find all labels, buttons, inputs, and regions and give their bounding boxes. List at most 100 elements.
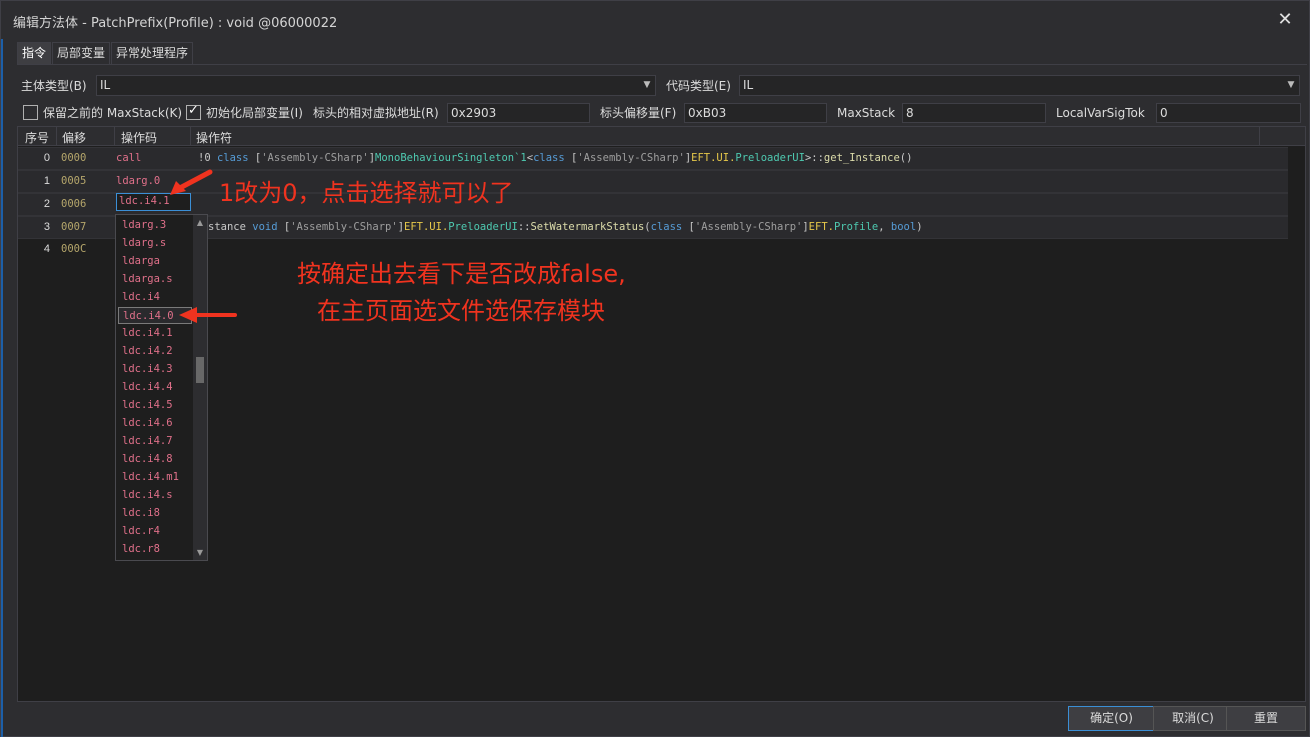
dropdown-option[interactable]: ldc.r8 [118,541,192,558]
localvarsigtok-field[interactable]: 0 [1156,103,1301,123]
table-row[interactable]: 0 0000 call !0 class ['Assembly-CSharp']… [18,147,1288,170]
dropdown-option[interactable]: ldc.i4.2 [118,343,192,360]
body-type-value: IL [100,78,111,92]
operand-assembly: 'Assembly-CSharp' [261,152,369,164]
operand-keyword: class [650,221,683,233]
operand-text: , [878,221,891,233]
operand-method: get_Instance [823,152,900,164]
opcode-dropdown-list[interactable]: ldarg.3 ldarg.s ldarga ldarga.s ldc.i4 ldc.i4… [115,214,208,561]
operand-text: [ [277,221,291,233]
table-row[interactable]: 3 0007 stance void ['Assembly-CSharp']EF… [18,216,1288,239]
operand-namespace: EFT.UI. [691,152,736,164]
tab-instructions[interactable]: 指令 [17,42,52,64]
header-offset-field[interactable]: 0xB03 [684,103,827,123]
operand-keyword: class [533,152,565,164]
init-locals-checkbox[interactable] [186,103,201,120]
dropdown-option[interactable]: ldc.i8 [118,505,192,522]
operand-text: :: [517,221,531,233]
annotation-arrow-icon [170,169,213,195]
window-edge [1,1,3,737]
scroll-thumb[interactable] [196,357,204,383]
header-offset-label: 标头偏移量(F) [600,106,677,120]
row-offset: 0005 [61,175,87,187]
maxstack-field[interactable]: 8 [902,103,1046,123]
rva-field[interactable]: 0x2903 [447,103,590,123]
code-type-label: 代码类型(E) [666,79,731,93]
tab-exception-handlers[interactable]: 异常处理程序 [111,42,194,64]
title-bar: 编辑方法体 - PatchPrefix(Profile) : void @060… [1,1,1309,39]
col-opcode-header[interactable]: 操作码 [121,129,157,146]
maxstack-label: MaxStack [837,106,896,120]
dropdown-option[interactable]: ldc.i4.m1 [118,469,192,486]
annotation-arrow-icon [179,307,237,323]
keep-maxstack-checkbox[interactable] [23,105,38,120]
annotation-note-1: 1改为0，点击选择就可以了 [219,179,514,207]
grid-header: 序号 偏移 操作码 操作符 [18,127,1305,146]
operand-assembly: 'Assembly-CSharp' [577,152,685,164]
dropdown-option[interactable]: ldarg.3 [118,217,192,234]
operand-text: [ [682,221,695,233]
operand-type: Profile [833,221,879,233]
column-divider [1259,127,1260,146]
reset-button[interactable]: 重置 [1226,706,1306,731]
dropdown-scrollbar[interactable]: ▲ ▼ [193,215,207,560]
localvarsigtok-label: LocalVarSigTok [1056,106,1145,120]
scroll-down-icon[interactable]: ▼ [193,548,207,557]
body-type-select[interactable]: IL ▼ [96,75,656,96]
instruction-grid: 序号 偏移 操作码 操作符 0 0000 call !0 class ['Ass… [17,126,1306,702]
operand-keyword: class [216,152,249,164]
annotation-note-2b: 在主页面选文件选保存模块 [317,297,605,325]
chevron-down-icon: ▼ [1287,80,1295,90]
row-opcode: ldarg.0 [116,175,161,187]
operand-namespace: EFT.UI. [404,221,449,233]
row-offset: 0006 [61,198,87,210]
dropdown-option[interactable]: ldarga [118,253,192,270]
dropdown-option[interactable]: ldc.i4.7 [118,433,192,450]
row-index: 4 [43,243,50,255]
body-type-label: 主体类型(B) [21,79,87,93]
dropdown-option[interactable]: ldc.i4.5 [118,397,192,414]
row-opcode: call [116,152,142,164]
code-type-value: IL [743,78,754,92]
dropdown-option[interactable]: ldarga.s [118,271,192,288]
operand-keyword: void [252,221,278,233]
row-offset: 0000 [61,152,87,164]
code-type-select[interactable]: IL ▼ [739,75,1300,96]
dropdown-option[interactable]: ldc.i4 [118,289,192,306]
table-row[interactable]: 4 000C [18,239,1288,262]
dropdown-option[interactable]: ldarg.s [118,235,192,252]
dropdown-option[interactable]: ldc.i4.s [118,487,192,504]
operand-namespace: EFT. [808,221,834,233]
dropdown-option[interactable]: ldc.i4.3 [118,361,192,378]
col-offset-header[interactable]: 偏移 [62,129,86,146]
operand-text: () [899,152,913,164]
dropdown-option[interactable]: ldc.i4.4 [118,379,192,396]
tab-divider [17,64,1307,65]
row-index: 0 [43,152,50,164]
col-index-header[interactable]: 序号 [25,129,49,146]
column-divider [114,127,115,146]
chevron-down-icon: ▼ [643,80,651,90]
dropdown-option[interactable]: ldc.r4 [118,523,192,540]
row-operand: !0 class ['Assembly-CSharp']MonoBehaviou… [198,148,912,168]
dropdown-option[interactable]: ldc.i4.1 [118,325,192,342]
operand-type: PreloaderUI [735,152,805,164]
close-icon[interactable]: ✕ [1275,9,1295,30]
operand-keyword: bool [890,221,917,233]
dropdown-option[interactable]: ldc.i4.6 [118,415,192,432]
cancel-button[interactable]: 取消(C) [1153,706,1233,731]
row-offset: 0007 [61,221,87,233]
scroll-up-icon[interactable]: ▲ [193,218,207,227]
rva-label: 标头的相对虚拟地址(R) [313,106,439,120]
operand-text: [ [564,152,578,164]
tab-locals[interactable]: 局部变量 [52,42,111,64]
row-offset: 000C [61,243,87,255]
init-locals-label: 初始化局部变量(I) [206,106,303,120]
ok-button[interactable]: 确定(O) [1068,706,1155,731]
dropdown-option[interactable]: ldc.i4.8 [118,451,192,468]
row-index: 1 [43,175,50,187]
col-operand-header[interactable]: 操作符 [196,129,232,146]
column-divider [190,127,191,146]
operand-text: [ [248,152,262,164]
row-index: 2 [43,198,50,210]
